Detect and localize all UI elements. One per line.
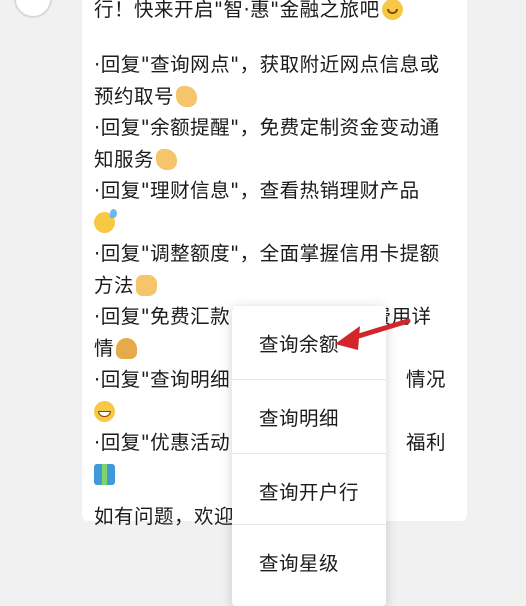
message-line: 预约取号 xyxy=(94,81,198,113)
avatar[interactable] xyxy=(14,0,52,18)
menu-item-query-star-level[interactable]: 查询星级 xyxy=(232,525,386,597)
menu-item-query-details[interactable]: 查询明细 xyxy=(232,380,386,452)
context-menu: 查询余额 查询明细 查询开户行 查询星级 xyxy=(232,306,386,606)
smile-icon xyxy=(381,0,403,20)
gift-icon xyxy=(94,464,115,485)
message-line: ·回复"查询明细 xyxy=(94,368,231,391)
message-line: 情 xyxy=(94,333,138,365)
message-line: 如有问题，欢迎 xyxy=(94,505,235,528)
message-line-tail: 福利 xyxy=(406,431,447,454)
message-line xyxy=(94,459,115,491)
message-line: ·回复"余额提醒"，免费定制资金变动通 xyxy=(94,116,440,139)
message-line xyxy=(94,207,117,239)
message-line xyxy=(94,396,115,428)
message-line: 知服务 xyxy=(94,144,178,176)
grin-icon xyxy=(94,401,115,422)
message-line: ·回复"调整额度"，全面掌握信用卡提额 xyxy=(94,242,440,265)
victory-hand-icon xyxy=(156,149,178,170)
message-line: ·回复"理财信息"，查看热销理财产品 xyxy=(94,179,420,202)
menu-item-query-balance[interactable]: 查询余额 xyxy=(232,306,386,378)
message-line: 方法 xyxy=(94,270,158,302)
sweat-smile-icon xyxy=(94,209,117,233)
snail-icon xyxy=(116,338,138,359)
thumbs-up-icon xyxy=(136,275,158,296)
menu-item-query-branch[interactable]: 查询开户行 xyxy=(232,454,386,526)
message-line: ·回复"查询网点"，获取附近网点信息或 xyxy=(94,53,440,76)
message-line-tail: 情况 xyxy=(406,368,447,391)
message-line: ·回复"优惠活动 xyxy=(94,431,231,454)
message-line: 行！快来开启"智·惠"金融之旅吧 xyxy=(94,0,403,26)
ok-hand-icon xyxy=(176,86,198,107)
